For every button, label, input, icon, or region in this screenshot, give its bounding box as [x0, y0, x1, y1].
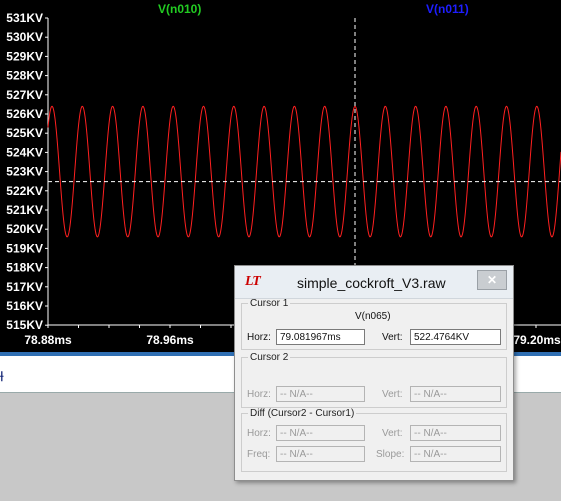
- dialog-title: simple_cockroft_V3.raw: [297, 275, 446, 291]
- close-button[interactable]: ✕: [477, 270, 507, 290]
- y-tick-label: 519KV: [6, 241, 43, 255]
- transistor-symbol-icon: ⟊: [0, 368, 4, 384]
- y-tick-label: 516KV: [6, 299, 43, 313]
- cursor2-vert-label: Vert:: [382, 389, 403, 400]
- y-tick-label: 524KV: [6, 145, 43, 159]
- cursor2-horz-label: Horz:: [247, 389, 271, 400]
- y-tick-label: 528KV: [6, 69, 43, 83]
- cursor2-legend: Cursor 2: [250, 352, 289, 363]
- trace-label-n011[interactable]: V(n011): [426, 2, 469, 16]
- diff-slope-label: Slope:: [376, 449, 405, 460]
- cursor2-horz-field: -- N/A--: [276, 386, 365, 402]
- y-tick-label: 522KV: [6, 184, 43, 198]
- diff-horz-label: Horz:: [247, 428, 271, 439]
- cursor1-horz-field[interactable]: 79.081967ms: [276, 329, 365, 345]
- diff-slope-field: -- N/A--: [410, 446, 501, 462]
- cursor2-vert-field: -- N/A--: [410, 386, 501, 402]
- dialog-titlebar[interactable]: LT simple_cockroft_V3.raw ✕: [235, 266, 513, 299]
- y-tick-label: 515KV: [6, 318, 43, 332]
- diff-freq-field: -- N/A--: [276, 446, 365, 462]
- trace-label-n010[interactable]: V(n010): [158, 2, 201, 16]
- diff-legend: Diff (Cursor2 - Cursor1): [250, 408, 355, 419]
- y-tick-label: 526KV: [6, 107, 43, 121]
- x-tick-label: 78.96ms: [146, 333, 194, 347]
- y-tick-label: 527KV: [6, 88, 43, 102]
- diff-freq-label: Freq:: [247, 449, 271, 460]
- diff-horz-field: -- N/A--: [276, 425, 365, 441]
- diff-vert-label: Vert:: [382, 428, 403, 439]
- cursor1-legend: Cursor 1: [250, 298, 289, 309]
- x-tick-label: 78.88ms: [24, 333, 72, 347]
- cursor1-vert-field[interactable]: 522.4764KV: [410, 329, 501, 345]
- y-tick-label: 520KV: [6, 222, 43, 236]
- cursor1-vert-label: Vert:: [382, 332, 403, 343]
- cursor1-horz-label: Horz:: [247, 332, 271, 343]
- x-tick-label: 79.20ms: [513, 333, 561, 347]
- y-tick-label: 525KV: [6, 126, 43, 140]
- y-tick-label: 518KV: [6, 261, 43, 275]
- y-tick-label: 530KV: [6, 30, 43, 44]
- y-tick-label: 531KV: [6, 11, 43, 25]
- y-tick-label: 523KV: [6, 165, 43, 179]
- waveform-trace: [47, 105, 561, 238]
- y-tick-label: 529KV: [6, 49, 43, 63]
- diff-vert-field: -- N/A--: [410, 425, 501, 441]
- ltspice-logo-icon: LT: [245, 274, 261, 289]
- cursor1-trace-name: V(n065): [355, 311, 391, 322]
- y-tick-label: 521KV: [6, 203, 43, 217]
- cursor-readout-dialog[interactable]: LT simple_cockroft_V3.raw ✕ Cursor 1 V(n…: [234, 265, 514, 481]
- y-tick-label: 517KV: [6, 280, 43, 294]
